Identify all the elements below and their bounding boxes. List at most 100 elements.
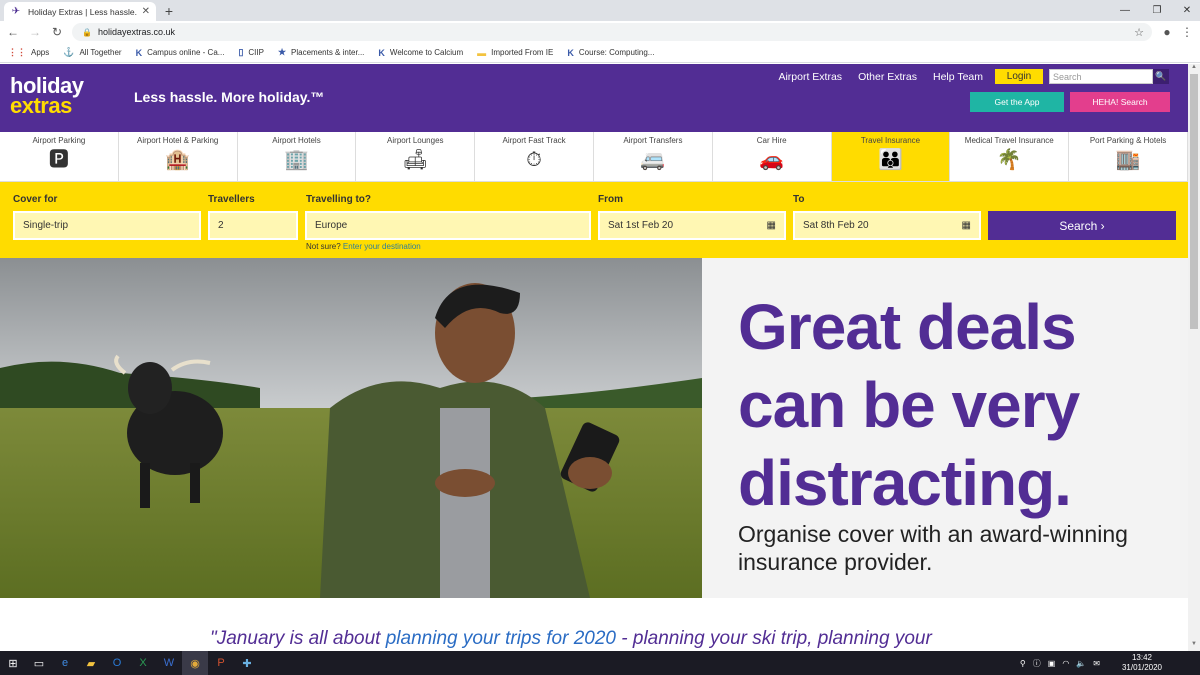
browser-toolbar: ← → ↻ 🔒 holidayextras.co.uk ☆ ● ⋮ (0, 21, 1200, 43)
not-sure-hint: Not sure? Enter your destination (306, 242, 421, 251)
quote-start: "January is all about (210, 628, 386, 649)
product-tab[interactable]: Port Parking & Hotels 🏬 (1069, 132, 1188, 181)
forward-icon[interactable]: → (26, 23, 44, 41)
star-icon: ★ (277, 47, 287, 57)
hotel-building-icon: 🏢 (284, 149, 309, 171)
destination-label: Travelling to? (306, 194, 372, 205)
bookmarks-bar: ⋮⋮ Apps ⚓ All Together K Campus online - Ca..… (0, 43, 1200, 63)
bookmark-item[interactable]: ⋮⋮ Apps (8, 47, 49, 58)
nav-other-extras[interactable]: Other Extras (858, 71, 917, 83)
wifi-icon[interactable]: ◠ (1062, 659, 1069, 668)
powerpoint-icon[interactable]: P (208, 651, 234, 675)
product-tab[interactable]: Medical Travel Insurance 🌴 (950, 132, 1070, 181)
search-button[interactable]: Search › (988, 211, 1176, 240)
reload-icon[interactable]: ↻ (48, 23, 66, 41)
info-icon[interactable]: ⓘ (1033, 658, 1041, 669)
not-sure-text: Not sure? (306, 242, 341, 251)
scroll-thumb[interactable] (1190, 74, 1198, 329)
new-tab-button[interactable]: + (160, 2, 178, 20)
file-explorer-icon[interactable]: ▰ (78, 651, 104, 675)
outlook-icon[interactable]: O (104, 651, 130, 675)
destination-input[interactable]: Europe (305, 211, 591, 240)
nav-airport-extras[interactable]: Airport Extras (778, 71, 842, 83)
get-the-app-button[interactable]: Get the App (970, 92, 1064, 112)
excel-icon[interactable]: X (130, 651, 156, 675)
quote-link[interactable]: planning your trips for 2020 (386, 628, 616, 649)
page-scrollbar[interactable]: ▲ ▼ (1188, 64, 1200, 651)
product-nav: Airport Parking 🅿 Airport Hotel & Parking 🏨… (0, 132, 1188, 182)
task-view-icon[interactable]: ▭ (26, 651, 52, 675)
browser-tab[interactable]: ✈ Holiday Extras | Less hassle. More ✕ (4, 2, 156, 21)
minimize-icon[interactable]: — (1110, 0, 1140, 21)
bookmark-item[interactable]: K Campus online - Ca... (136, 48, 225, 58)
bookmark-item[interactable]: ★ Placements & inter... (278, 47, 364, 58)
profile-avatar-icon[interactable]: ● (1158, 23, 1176, 41)
bookmark-label: Imported From IE (491, 48, 554, 57)
window-close-icon[interactable]: ✕ (1172, 0, 1200, 21)
tray-app-icon[interactable]: ▣ (1048, 659, 1056, 668)
from-date-input[interactable]: Sat 1st Feb 20 ▦ (598, 211, 786, 240)
holiday-extras-logo[interactable]: holiday extras (10, 75, 84, 117)
palm-tree-icon: 🌴 (996, 149, 1022, 171)
heha-search-button[interactable]: HEHA! Search (1070, 92, 1170, 112)
tagline: Less hassle. More holiday.™ (134, 89, 325, 105)
calendar-icon[interactable]: ▦ (767, 220, 776, 231)
product-tab-label: Airport Parking (32, 136, 86, 145)
clock-time: 13:42 (1131, 653, 1152, 662)
tab-title: Holiday Extras | Less hassle. More (28, 6, 138, 17)
restore-icon[interactable]: ❐ (1142, 0, 1172, 21)
product-tab[interactable]: Airport Fast Track ⏱ (475, 132, 594, 181)
product-tab[interactable]: Car Hire 🚗 (713, 132, 832, 181)
quote-text: "January is all about planning your trip… (210, 628, 932, 650)
product-tab[interactable]: Airport Transfers 🚐 (594, 132, 713, 181)
nav-help-team[interactable]: Help Team (933, 71, 983, 83)
people-icon[interactable]: ⚲ (1020, 659, 1026, 668)
to-date-input[interactable]: Sat 8th Feb 20 ▦ (793, 211, 981, 240)
login-button[interactable]: Login (995, 69, 1043, 84)
chrome-icon[interactable]: ◉ (182, 651, 208, 675)
system-tray: ⚲ ⓘ ▣ ◠ 🔈 ✉ (1013, 651, 1100, 675)
back-icon[interactable]: ← (4, 23, 22, 41)
bookmark-item[interactable]: ▯ CIIP (238, 47, 264, 58)
apps-grid-icon: ⋮⋮ (8, 47, 26, 57)
scroll-down-icon[interactable]: ▼ (1188, 641, 1200, 651)
bookmark-label: Apps (31, 48, 50, 57)
windows-start-icon[interactable]: ⊞ (0, 651, 26, 675)
lock-icon: 🔒 (82, 27, 92, 37)
bookmark-item[interactable]: K Course: Computing... (567, 48, 654, 58)
bookmark-item[interactable]: ⚓ All Together (63, 47, 121, 58)
address-bar[interactable]: 🔒 holidayextras.co.uk ☆ (72, 23, 1152, 41)
browser-tab-strip: ✈ Holiday Extras | Less hassle. More ✕ +… (0, 0, 1200, 21)
system-clock[interactable]: 13:42 31/01/2020 (1122, 653, 1162, 673)
menu-kebab-icon[interactable]: ⋮ (1178, 23, 1196, 41)
calendar-icon[interactable]: ▦ (962, 220, 971, 231)
activity-app-icon[interactable]: ✚ (234, 651, 260, 675)
word-icon[interactable]: W (156, 651, 182, 675)
bookmark-item[interactable]: K Welcome to Calcium (378, 48, 463, 58)
folder-icon: ▬ (477, 47, 487, 58)
notification-icon[interactable]: ✉ (1093, 659, 1100, 668)
hero-photo-man-and-bull (0, 258, 702, 598)
scroll-up-icon[interactable]: ▲ (1188, 64, 1200, 74)
product-tab-label: Car Hire (756, 136, 787, 145)
product-tab[interactable]: Travel Insurance 👪 (831, 132, 951, 181)
site-header: holiday extras Less hassle. More holiday… (0, 64, 1188, 132)
hero-headline: Great deals can be very distracting. (738, 288, 1080, 522)
product-tab[interactable]: Airport Parking 🅿 (0, 132, 119, 181)
subline-1: Organise cover with an award-winning (738, 521, 1128, 547)
site-search-icon[interactable]: 🔍 (1153, 69, 1169, 84)
product-tab[interactable]: Airport Hotel & Parking 🏨 (119, 132, 238, 181)
cover-for-select[interactable]: Single-trip (13, 211, 201, 240)
bookmark-star-icon[interactable]: ☆ (1134, 26, 1144, 39)
close-tab-icon[interactable]: ✕ (142, 6, 150, 17)
windows-taskbar: ⊞ ▭ e ▰ O X W ◉ P ✚ ⚲ ⓘ ▣ ◠ 🔈 ✉ 13:42 31… (0, 651, 1200, 675)
product-tab[interactable]: Airport Hotels 🏢 (238, 132, 357, 181)
enter-destination-link[interactable]: Enter your destination (343, 242, 421, 251)
product-tab[interactable]: Airport Lounges 🛋 (356, 132, 476, 181)
edge-icon[interactable]: e (52, 651, 78, 675)
bookmark-item[interactable]: ▬ Imported From IE (477, 48, 553, 58)
travellers-input[interactable]: 2 (208, 211, 298, 240)
ke-icon: K (567, 47, 574, 58)
site-search-input[interactable]: Search (1049, 69, 1153, 84)
volume-icon[interactable]: 🔈 (1076, 659, 1086, 668)
